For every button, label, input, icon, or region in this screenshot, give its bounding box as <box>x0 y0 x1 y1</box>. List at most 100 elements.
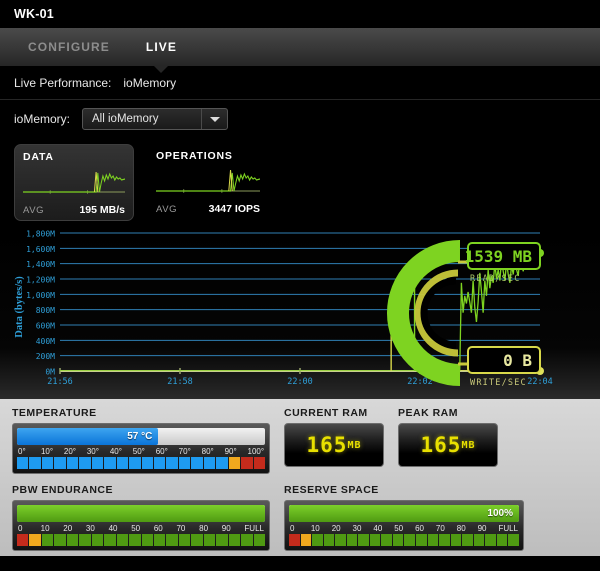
tick-segment <box>154 534 165 546</box>
tick-segment <box>92 457 103 469</box>
chart-xtick: 21:58 <box>167 377 193 387</box>
current-ram-meter: CURRENT RAM 165MB <box>284 407 384 474</box>
iomemory-dropdown[interactable]: All ioMemory <box>82 108 228 130</box>
tick-segment <box>166 457 177 469</box>
window-title: WK-01 <box>14 7 54 21</box>
tick-segment <box>92 534 103 546</box>
card-data-value: 195 MB/s <box>79 204 125 216</box>
chart-xtick: 21:56 <box>47 377 73 387</box>
tick-segment <box>17 457 28 469</box>
tick-segment <box>29 457 40 469</box>
peak-ram-lcd: 165MB <box>398 423 498 467</box>
read-readout-label: READ/SEC <box>470 274 521 284</box>
tab-configure[interactable]: CONFIGURE <box>10 28 128 66</box>
scale-label: 90° <box>225 447 248 456</box>
chart-ylabel: Data (bytes/s) <box>14 276 25 338</box>
current-ram-unit: MB <box>347 440 361 451</box>
read-readout-value: 1539 MB <box>465 247 533 266</box>
iomemory-selector-row: ioMemory: All ioMemory <box>0 100 600 138</box>
peak-ram-value: 165 <box>421 433 462 457</box>
tick-segment <box>179 457 190 469</box>
scale-label: 80° <box>202 447 225 456</box>
peak-ram-unit: MB <box>461 440 475 451</box>
tick-segment <box>439 534 450 546</box>
tick-segment <box>254 457 265 469</box>
tick-segment <box>17 534 28 546</box>
scale-label: 60 <box>154 524 177 533</box>
tick-segment <box>216 534 227 546</box>
live-performance-header: Live Performance: ioMemory <box>0 66 600 100</box>
tick-segment <box>508 534 519 546</box>
chart-ytick: 800M <box>36 306 55 315</box>
tab-live-label: LIVE <box>146 40 177 54</box>
meters-row-top: TEMPERATURE 57 °C 0°10°20°30°40°50°60°70… <box>12 407 588 474</box>
tick-segment <box>381 534 392 546</box>
card-operations-title: OPERATIONS <box>156 150 260 162</box>
scale-label: 70° <box>179 447 202 456</box>
tick-segment <box>142 534 153 546</box>
chart-ytick: 1,400M <box>26 260 55 269</box>
live-performance-chart: Data (bytes/s) 0M200M400M600M800M1,000M1… <box>0 229 600 399</box>
operations-sparkline <box>156 166 260 200</box>
card-data-footer: AVG 195 MB/s <box>23 204 125 216</box>
pbw-endurance-bar-track <box>17 505 265 522</box>
reserve-space-tick-strip <box>289 534 519 546</box>
tab-bar: CONFIGURE LIVE <box>0 28 600 66</box>
tick-segment <box>154 457 165 469</box>
tick-segment <box>54 457 65 469</box>
tick-segment <box>117 534 128 546</box>
tick-segment <box>204 457 215 469</box>
scale-label: 10 <box>41 524 64 533</box>
current-ram-value: 165 <box>307 433 348 457</box>
tick-segment <box>79 457 90 469</box>
write-readout-label: WRITE/SEC <box>470 378 527 388</box>
tick-segment <box>29 534 40 546</box>
tick-segment <box>497 534 508 546</box>
temperature-meter: TEMPERATURE 57 °C 0°10°20°30°40°50°60°70… <box>12 407 270 474</box>
tick-segment <box>404 534 415 546</box>
scale-label: 60° <box>156 447 179 456</box>
tick-segment <box>54 534 65 546</box>
tick-segment <box>79 534 90 546</box>
scale-label: 40 <box>373 524 394 533</box>
card-operations: OPERATIONS AVG 3447 IOPS <box>148 144 268 221</box>
tick-segment <box>42 534 53 546</box>
scale-label: 50° <box>133 447 156 456</box>
tick-segment <box>129 534 140 546</box>
tick-segment <box>42 457 53 469</box>
scale-label: 10 <box>311 524 332 533</box>
tick-segment <box>117 457 128 469</box>
tick-segment <box>241 457 252 469</box>
pbw-endurance-scale-labels: 0102030405060708090FULL <box>17 522 265 534</box>
scale-label: 20 <box>332 524 353 533</box>
scale-label: 30 <box>353 524 374 533</box>
meters-row-bottom: PBW ENDURANCE 0102030405060708090FULL RE… <box>12 484 588 551</box>
tick-segment <box>67 457 78 469</box>
tick-segment <box>370 534 381 546</box>
scale-label: 50 <box>131 524 154 533</box>
scale-label: 10° <box>41 447 64 456</box>
live-performance-value: ioMemory <box>123 76 176 90</box>
tick-segment <box>301 534 312 546</box>
tab-live[interactable]: LIVE <box>128 28 195 66</box>
reserve-space-value: 100% <box>487 505 513 522</box>
scale-label: 70 <box>176 524 199 533</box>
tick-segment <box>324 534 335 546</box>
chart-ytick: 600M <box>36 322 55 331</box>
peak-ram-meter: PEAK RAM 165MB <box>398 407 498 474</box>
tick-segment <box>474 534 485 546</box>
card-data: DATA AVG 195 MB/s <box>14 144 134 221</box>
iomemory-label: ioMemory: <box>14 112 70 126</box>
pbw-endurance-bar-fill <box>17 505 265 522</box>
tick-segment <box>229 457 240 469</box>
tick-segment <box>335 534 346 546</box>
scale-label: 80 <box>199 524 222 533</box>
scale-label: 100° <box>248 447 265 456</box>
pbw-endurance-gauge-box: 0102030405060708090FULL <box>12 500 270 551</box>
scale-label: 70 <box>436 524 457 533</box>
write-readout-value: 0 B <box>503 351 532 370</box>
chart-ytick: 200M <box>36 352 55 361</box>
temperature-bar-track: 57 °C <box>17 428 265 445</box>
chevron-down-icon[interactable] <box>201 109 227 129</box>
chart-ytick: 1,600M <box>26 245 55 254</box>
